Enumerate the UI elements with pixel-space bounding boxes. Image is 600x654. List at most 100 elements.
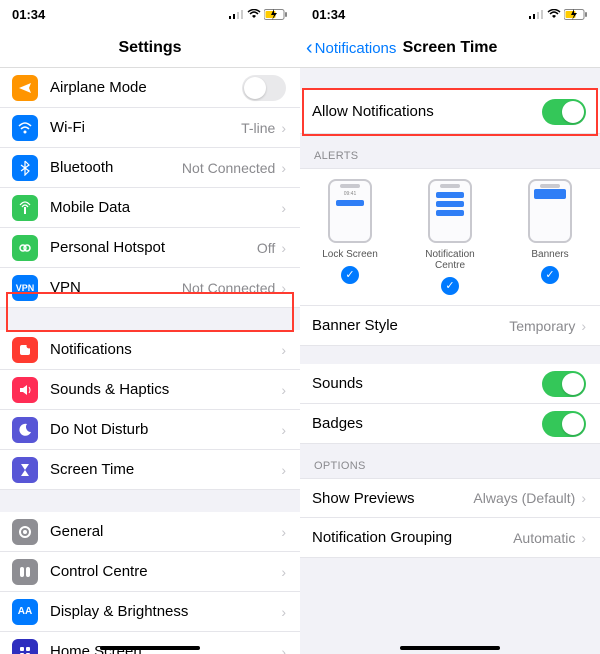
chevron-right-icon: › [281, 524, 286, 540]
home-indicator[interactable] [400, 646, 500, 650]
row-mobile-data[interactable]: Mobile Data › [0, 188, 300, 228]
chevron-right-icon: › [281, 564, 286, 580]
notifications-icon [12, 337, 38, 363]
row-hotspot[interactable]: Personal Hotspot Off › [0, 228, 300, 268]
sounds-toggle[interactable] [542, 371, 586, 397]
nav-bar: Settings [0, 28, 300, 68]
grid-icon [12, 639, 38, 654]
checkmark-icon: ✓ [341, 266, 359, 284]
chevron-right-icon: › [281, 422, 286, 438]
row-label: Show Previews [312, 490, 473, 507]
chevron-right-icon: › [281, 342, 286, 358]
wifi-icon [247, 9, 261, 19]
banners-preview-icon [528, 179, 572, 243]
row-vpn[interactable]: VPN VPN Not Connected › [0, 268, 300, 308]
antenna-icon [12, 195, 38, 221]
alert-label: Banners [510, 249, 590, 260]
row-airplane[interactable]: Airplane Mode [0, 68, 300, 108]
row-allow-notifications[interactable]: Allow Notifications [300, 90, 600, 134]
link-icon [12, 235, 38, 261]
row-label: VPN [50, 279, 182, 296]
vpn-icon: VPN [12, 275, 38, 301]
allow-toggle[interactable] [542, 99, 586, 125]
alert-lock-screen[interactable]: 09:41 Lock Screen ✓ [310, 179, 390, 295]
chevron-right-icon: › [581, 530, 586, 546]
options-header: OPTIONS [300, 444, 600, 478]
back-label: Notifications [315, 40, 397, 57]
checkmark-icon: ✓ [541, 266, 559, 284]
alert-label: Lock Screen [310, 249, 390, 260]
row-label: Display & Brightness [50, 603, 281, 620]
wifi-icon [547, 9, 561, 19]
status-icons [529, 9, 588, 20]
chevron-right-icon: › [581, 490, 586, 506]
hourglass-icon [12, 457, 38, 483]
chevron-right-icon: › [281, 120, 286, 136]
chevron-right-icon: › [281, 240, 286, 256]
sliders-icon [12, 559, 38, 585]
airplane-icon [12, 75, 38, 101]
alert-notification-centre[interactable]: Notification Centre ✓ [410, 179, 490, 295]
row-value: Automatic [513, 530, 575, 546]
chevron-right-icon: › [281, 604, 286, 620]
status-icons [229, 9, 288, 20]
row-notification-grouping[interactable]: Notification Grouping Automatic › [300, 518, 600, 558]
row-label: Screen Time [50, 461, 281, 478]
chevron-right-icon: › [581, 318, 586, 334]
nav-bar: ‹ Notifications Screen Time [300, 28, 600, 68]
chevron-right-icon: › [281, 280, 286, 296]
row-home-screen[interactable]: Home Screen › [0, 632, 300, 654]
row-sounds-toggle[interactable]: Sounds [300, 364, 600, 404]
status-time: 01:34 [312, 7, 345, 22]
row-value: Temporary [509, 318, 575, 334]
row-value: Not Connected [182, 160, 275, 176]
chevron-right-icon: › [281, 462, 286, 478]
row-label: Do Not Disturb [50, 421, 281, 438]
chevron-right-icon: › [281, 160, 286, 176]
bluetooth-icon [12, 155, 38, 181]
back-button[interactable]: ‹ Notifications [306, 28, 396, 68]
moon-icon [12, 417, 38, 443]
row-banner-style[interactable]: Banner Style Temporary › [300, 306, 600, 346]
page-title: Settings [118, 39, 181, 57]
row-label: Allow Notifications [312, 103, 542, 120]
chevron-right-icon: › [281, 644, 286, 654]
airplane-toggle[interactable] [242, 75, 286, 101]
alert-label: Notification Centre [410, 249, 490, 271]
row-label: Control Centre [50, 563, 281, 580]
row-value: Not Connected [182, 280, 275, 296]
row-wifi[interactable]: Wi-Fi T-line › [0, 108, 300, 148]
row-label: Sounds [312, 375, 542, 392]
status-bar: 01:34 [300, 0, 600, 28]
row-label: Bluetooth [50, 159, 182, 176]
chevron-right-icon: › [281, 382, 286, 398]
row-screentime[interactable]: Screen Time › [0, 450, 300, 490]
row-show-previews[interactable]: Show Previews Always (Default) › [300, 478, 600, 518]
row-display[interactable]: AA Display & Brightness › [0, 592, 300, 632]
row-sounds[interactable]: Sounds & Haptics › [0, 370, 300, 410]
row-label: Notifications [50, 341, 281, 358]
row-label: Banner Style [312, 317, 509, 334]
row-value: Always (Default) [473, 490, 575, 506]
battery-icon [564, 9, 588, 20]
badges-toggle[interactable] [542, 411, 586, 437]
row-dnd[interactable]: Do Not Disturb › [0, 410, 300, 450]
row-control-centre[interactable]: Control Centre › [0, 552, 300, 592]
alert-banners[interactable]: Banners ✓ [510, 179, 590, 295]
notification-centre-preview-icon [428, 179, 472, 243]
lock-screen-preview-icon: 09:41 [328, 179, 372, 243]
row-bluetooth[interactable]: Bluetooth Not Connected › [0, 148, 300, 188]
row-label: Notification Grouping [312, 529, 513, 546]
gear-icon [12, 519, 38, 545]
row-label: Personal Hotspot [50, 239, 257, 256]
row-badges-toggle[interactable]: Badges [300, 404, 600, 444]
row-label: Sounds & Haptics [50, 381, 281, 398]
row-value: Off [257, 240, 275, 256]
alerts-header: ALERTS [300, 134, 600, 168]
row-notifications[interactable]: Notifications › [0, 330, 300, 370]
home-indicator[interactable] [100, 646, 200, 650]
battery-icon [264, 9, 288, 20]
signal-icon [529, 9, 544, 19]
row-general[interactable]: General › [0, 512, 300, 552]
text-size-icon: AA [12, 599, 38, 625]
